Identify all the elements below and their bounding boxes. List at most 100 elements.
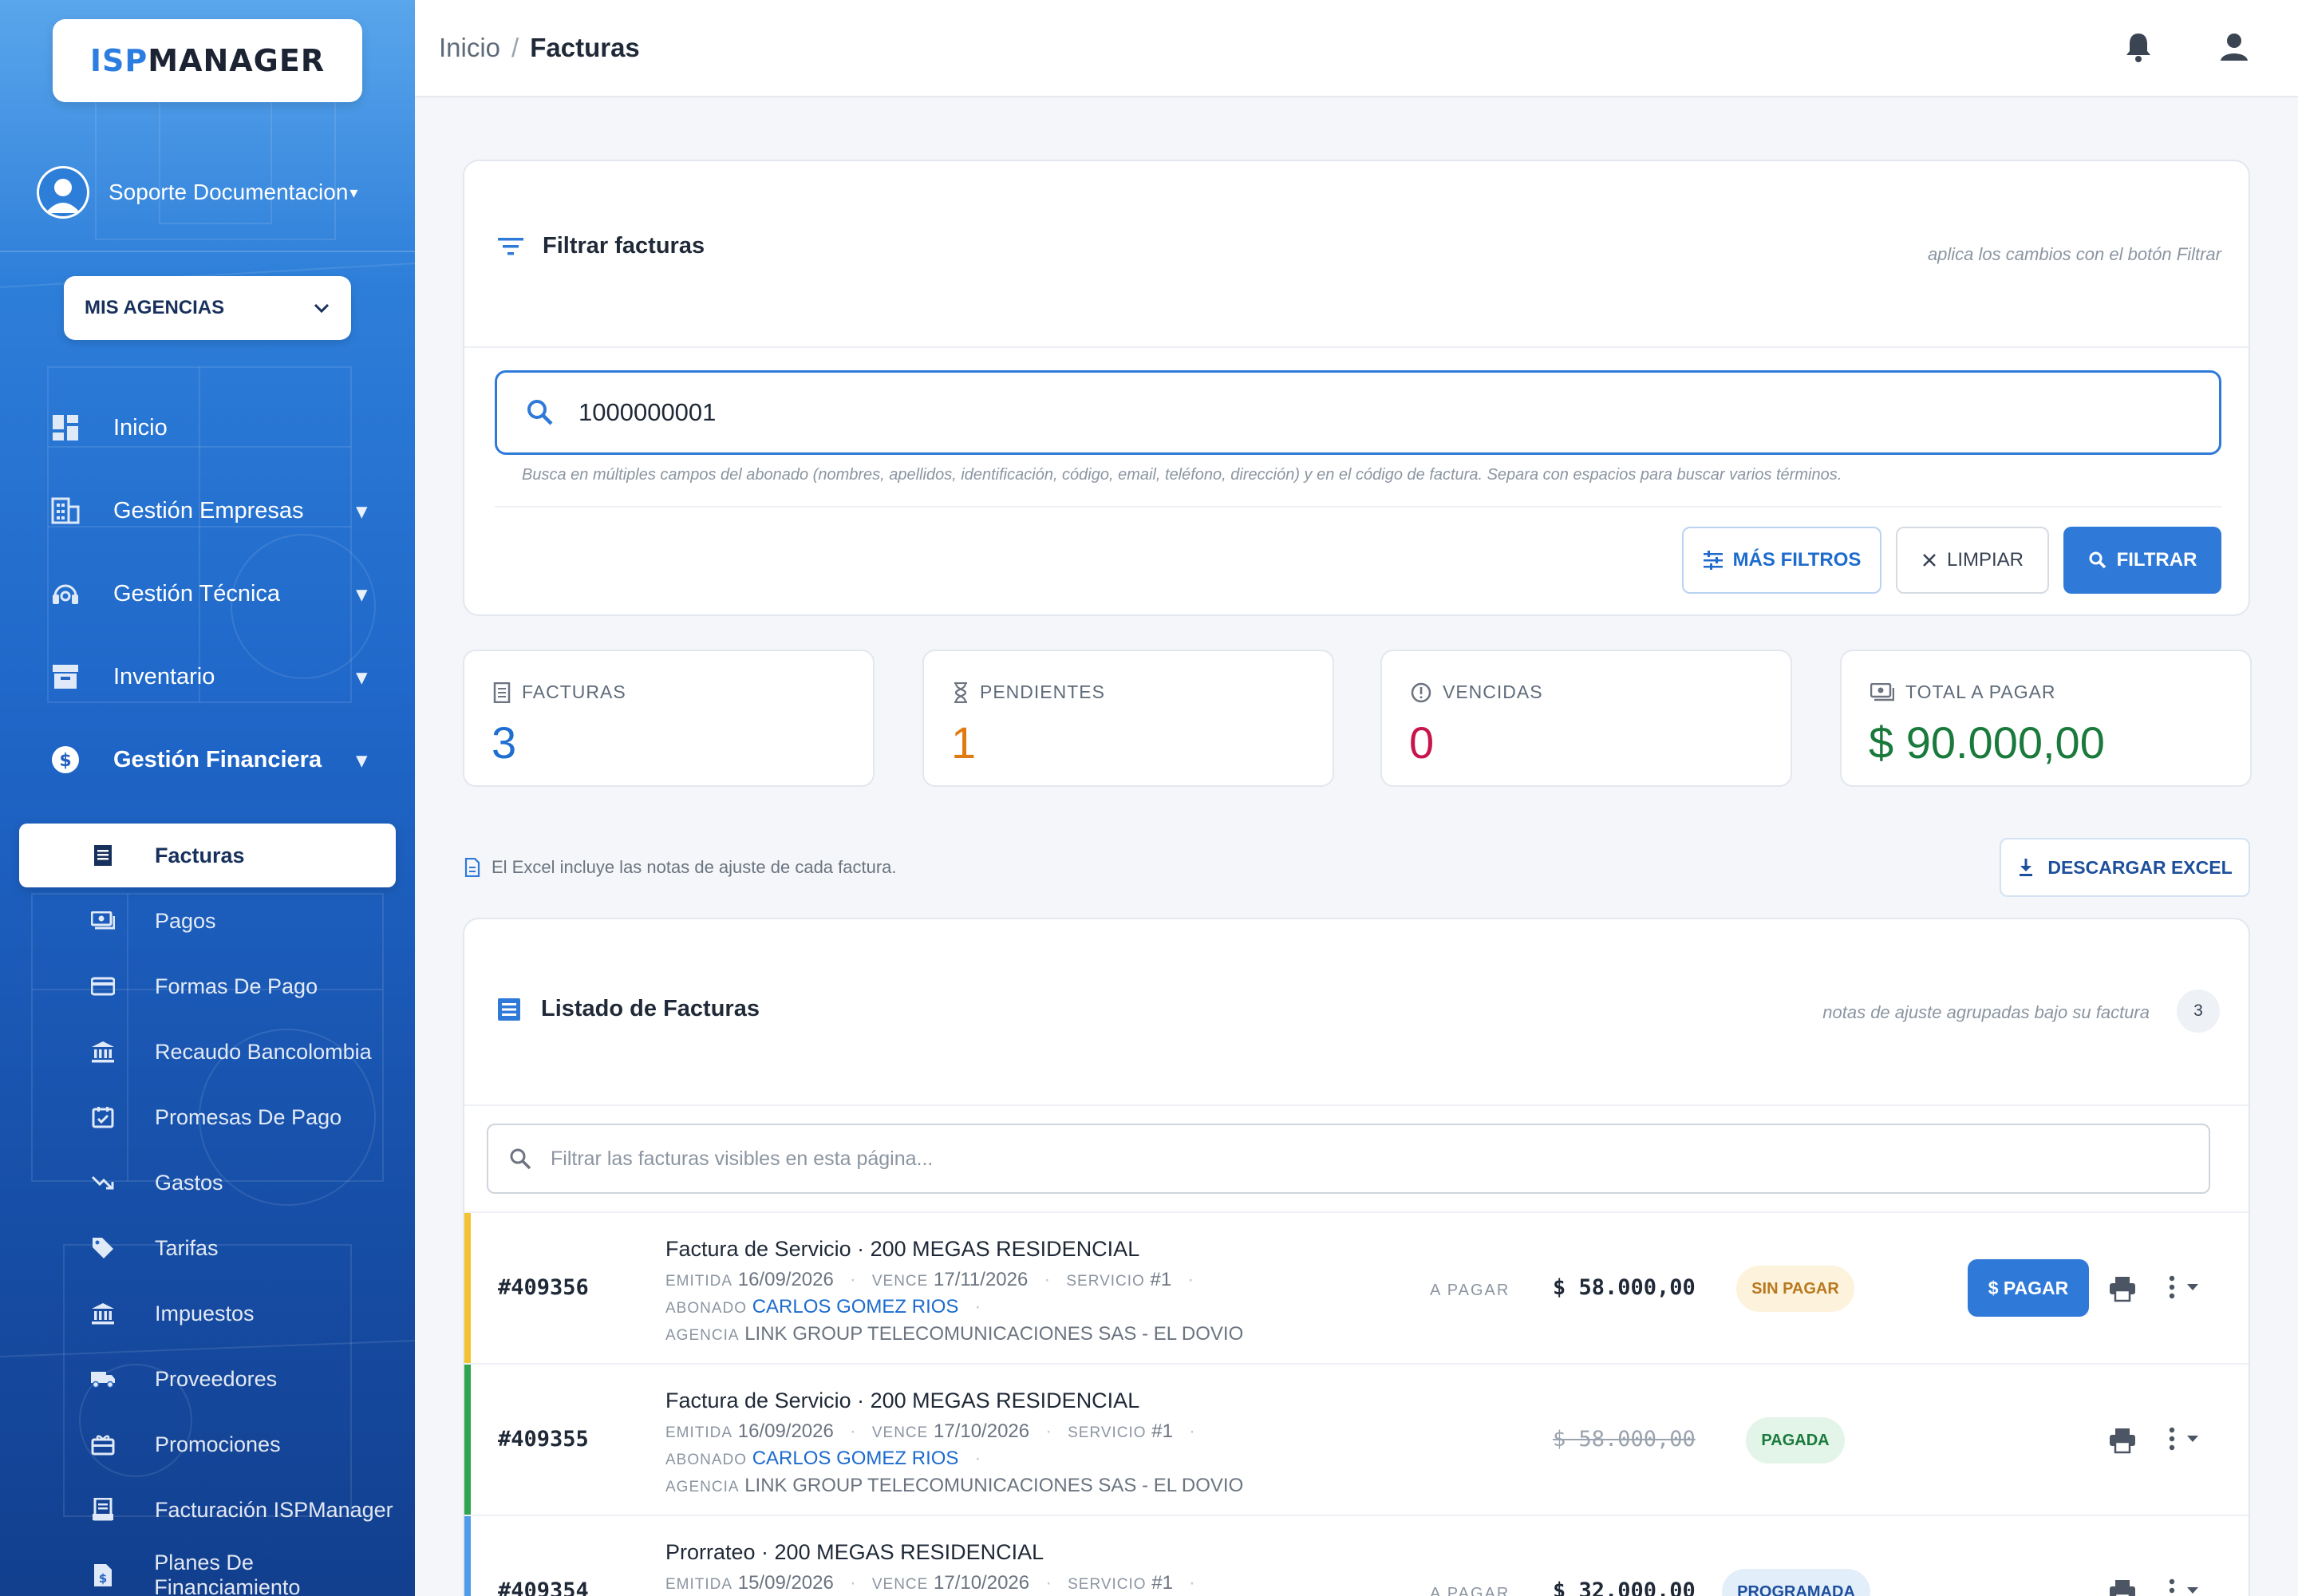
stat-label: VENCIDAS bbox=[1443, 681, 1543, 702]
row-actions[interactable] bbox=[2169, 1427, 2199, 1451]
user-menu[interactable]: Soporte Documentacion ▾ bbox=[37, 164, 388, 220]
more-filters-button[interactable]: MÁS FILTROS bbox=[1682, 527, 1881, 594]
subnav-item-facturacion-ispmanager[interactable]: Facturación ISPManager bbox=[83, 1487, 402, 1532]
nav-item-gestion-empresas[interactable]: Gestión Empresas ▾ bbox=[45, 487, 380, 535]
more-vert-icon[interactable] bbox=[2169, 1578, 2175, 1596]
meta-key: EMITIDA bbox=[665, 1273, 733, 1290]
invoice-row[interactable]: #409356 Factura de Servicio · 200 MEGAS … bbox=[464, 1211, 2249, 1363]
subnav-item-formas-de-pago[interactable]: Formas De Pago bbox=[83, 964, 402, 1009]
nav-item-gestion-tecnica[interactable]: Gestión Técnica ▾ bbox=[45, 570, 380, 618]
search-icon bbox=[2088, 551, 2107, 570]
invoice-number[interactable]: #409354 bbox=[498, 1578, 589, 1596]
invoice-number[interactable]: #409355 bbox=[498, 1427, 589, 1452]
meta-key: VENCE bbox=[871, 1424, 929, 1441]
subnav-item-recaudo-bancolombia[interactable]: Recaudo Bancolombia bbox=[83, 1029, 402, 1074]
status-badge: PAGADA bbox=[1746, 1417, 1845, 1464]
bank-icon bbox=[83, 1302, 123, 1325]
meta-key: VENCE bbox=[871, 1273, 929, 1290]
subnav-item-tarifas[interactable]: Tarifas bbox=[83, 1226, 402, 1270]
avatar bbox=[37, 166, 89, 219]
list-count-badge: 3 bbox=[2177, 990, 2220, 1033]
bell-icon[interactable] bbox=[2122, 30, 2154, 64]
sidebar-divider bbox=[0, 251, 415, 252]
pay-button[interactable]: $ PAGAR bbox=[1968, 1259, 2089, 1317]
search-help-text: Busca en múltiples campos del abonado (n… bbox=[522, 466, 1842, 484]
stat-pendientes: PENDIENTES 1 bbox=[922, 650, 1334, 787]
separator-dot: · bbox=[1188, 1572, 1195, 1594]
print-icon[interactable] bbox=[2108, 1578, 2137, 1596]
invoice-amount: $ 32.000,00 bbox=[1553, 1578, 1696, 1596]
nav-item-inventario[interactable]: Inventario ▾ bbox=[45, 653, 380, 701]
servicio-number: #1 bbox=[1151, 1572, 1173, 1594]
expand-icon[interactable] bbox=[2186, 1586, 2199, 1594]
invoice-row[interactable]: #409354 Prorrateo · 200 MEGAS RESIDENCIA… bbox=[464, 1515, 2249, 1596]
print-icon[interactable] bbox=[2108, 1275, 2137, 1302]
invoice-row[interactable]: #409355 Factura de Servicio · 200 MEGAS … bbox=[464, 1363, 2249, 1515]
subnav-label: Tarifas bbox=[155, 1235, 219, 1260]
list-title: Listado de Facturas bbox=[541, 996, 760, 1021]
close-icon bbox=[1921, 552, 1937, 568]
logo[interactable]: ISPMANAGER bbox=[53, 19, 362, 102]
filter-button[interactable]: FILTRAR bbox=[2063, 527, 2221, 594]
subnav-item-pagos[interactable]: Pagos bbox=[83, 899, 402, 943]
invoice-number[interactable]: #409356 bbox=[498, 1275, 589, 1300]
invoice-agency: AGENCIA LINK GROUP TELECOMUNICACIONES SA… bbox=[665, 1475, 1243, 1497]
invoice-dates: EMITIDA 15/09/2026 · VENCE 17/10/2026 · SERV… bbox=[665, 1572, 1211, 1594]
subnav-item-gastos[interactable]: Gastos bbox=[83, 1160, 402, 1205]
nav-label: Inventario bbox=[113, 663, 215, 689]
list-filter-placeholder: Filtrar las facturas visibles en esta pá… bbox=[551, 1147, 934, 1170]
download-excel-button[interactable]: DESCARGAR EXCEL bbox=[2000, 838, 2250, 897]
search-input[interactable]: 1000000001 bbox=[495, 370, 2221, 455]
invoice-amount: $ 58.000,00 bbox=[1553, 1427, 1696, 1452]
user-name: Soporte Documentacion bbox=[109, 180, 349, 204]
subnav-item-proveedores[interactable]: Proveedores bbox=[83, 1357, 402, 1401]
account-icon[interactable] bbox=[2218, 30, 2250, 64]
row-actions[interactable] bbox=[2169, 1578, 2199, 1596]
caret-down-icon: ▾ bbox=[356, 747, 368, 773]
subnav-label: Planes De Financiamiento bbox=[154, 1551, 301, 1596]
print-icon[interactable] bbox=[2108, 1427, 2137, 1454]
filter-list-icon bbox=[498, 237, 523, 255]
subnav-item-impuestos[interactable]: Impuestos bbox=[83, 1291, 402, 1336]
meta-key: EMITIDA bbox=[665, 1424, 733, 1441]
list-icon bbox=[498, 998, 520, 1021]
svg-text:$: $ bbox=[98, 1571, 106, 1586]
separator-dot: · bbox=[849, 1420, 856, 1442]
list-hint: notas de ajuste agrupadas bajo su factur… bbox=[1822, 1002, 2150, 1022]
divider bbox=[464, 1104, 2249, 1106]
row-actions[interactable] bbox=[2169, 1275, 2199, 1299]
more-vert-icon[interactable] bbox=[2169, 1275, 2175, 1299]
list-filter-input[interactable]: Filtrar las facturas visibles en esta pá… bbox=[487, 1124, 2210, 1194]
subnav-item-promesas-de-pago[interactable]: Promesas De Pago bbox=[83, 1095, 402, 1140]
subnav-item-planes-de-financiamiento[interactable]: $ Planes De Financiamiento bbox=[83, 1551, 402, 1596]
subnav-item-promociones[interactable]: Promociones bbox=[83, 1422, 402, 1467]
invoice-subscriber: ABONADO CARLOS GOMEZ RIOS · bbox=[665, 1448, 997, 1470]
agency-selector[interactable]: MIS AGENCIAS bbox=[64, 276, 351, 340]
subnav-label: Pagos bbox=[155, 908, 216, 933]
gift-card-icon bbox=[83, 1433, 123, 1456]
meta-key: SERVICIO bbox=[1066, 1273, 1145, 1290]
subscriber-link[interactable]: CARLOS GOMEZ RIOS bbox=[752, 1296, 959, 1317]
separator-dot: · bbox=[974, 1296, 981, 1317]
agency-selector-label: MIS AGENCIAS bbox=[85, 297, 225, 318]
subscriber-link[interactable]: CARLOS GOMEZ RIOS bbox=[752, 1448, 959, 1469]
bank-icon bbox=[83, 1041, 123, 1063]
breadcrumb-home[interactable]: Inicio bbox=[439, 33, 500, 62]
nav-item-inicio[interactable]: Inicio bbox=[45, 404, 380, 452]
document-icon bbox=[464, 858, 480, 877]
filter-header: Filtrar facturas bbox=[496, 233, 705, 259]
invoice-icon bbox=[83, 1498, 123, 1522]
filter-hint: aplica los cambios con el botón Filtrar bbox=[1927, 244, 2221, 264]
nav-item-gestion-financiera[interactable]: $ Gestión Financiera ▾ bbox=[45, 736, 380, 784]
separator-dot: · bbox=[1045, 1420, 1052, 1442]
meta-key: ABONADO bbox=[665, 1300, 748, 1317]
sidebar: ISPMANAGER Soporte Documentacion ▾ MIS A… bbox=[0, 0, 415, 1596]
emitida-date: 16/09/2026 bbox=[737, 1269, 834, 1290]
subnav-item-facturas-content[interactable]: Facturas bbox=[83, 833, 245, 878]
expand-icon[interactable] bbox=[2186, 1435, 2199, 1443]
more-vert-icon[interactable] bbox=[2169, 1427, 2175, 1451]
expand-icon[interactable] bbox=[2186, 1283, 2199, 1291]
clear-button[interactable]: LIMPIAR bbox=[1896, 527, 2049, 594]
stat-label: PENDIENTES bbox=[980, 681, 1105, 702]
receipt-icon bbox=[83, 844, 123, 867]
